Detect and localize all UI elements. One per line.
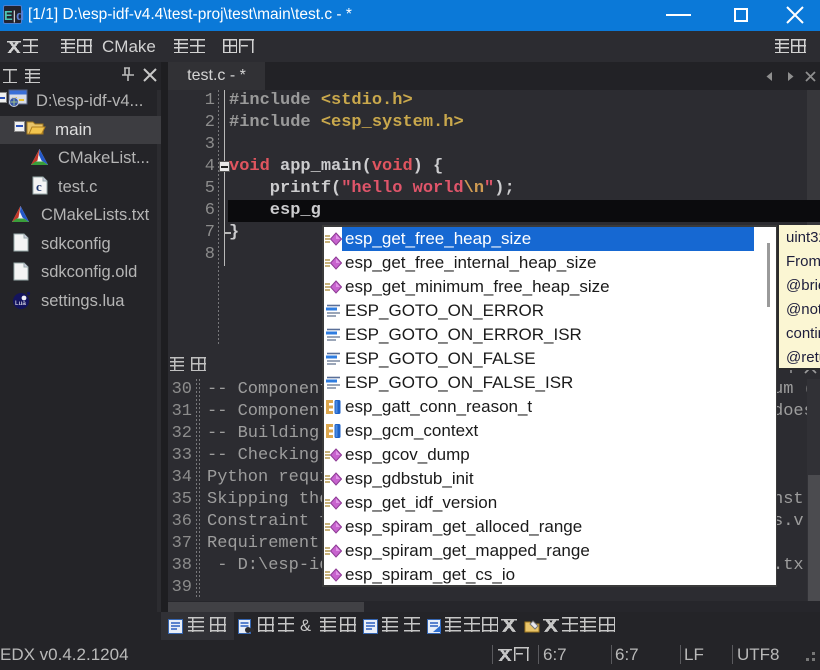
svg-text:Lua: Lua xyxy=(15,300,26,307)
svg-text:c: c xyxy=(36,179,42,194)
